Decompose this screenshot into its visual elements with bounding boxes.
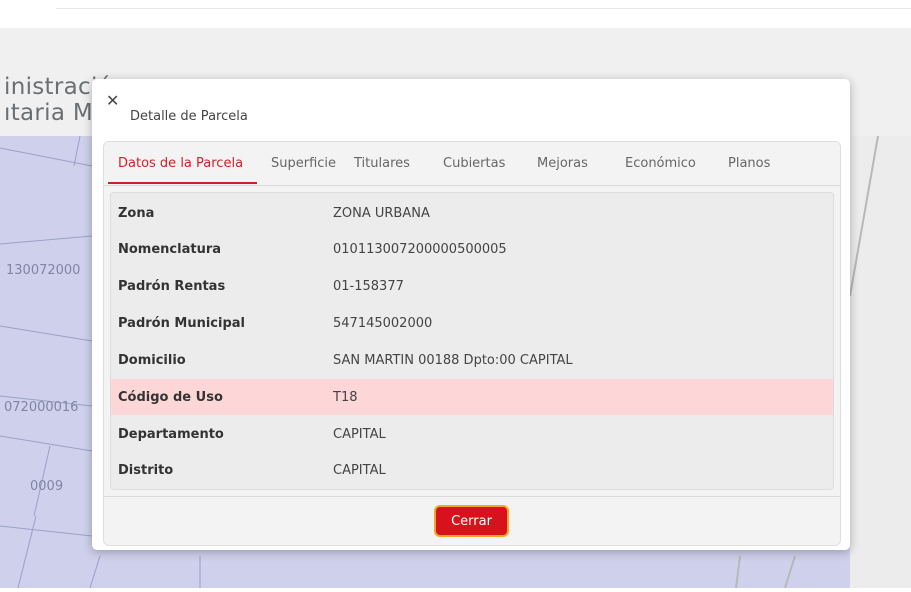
- map-parcel-label: 072000016: [4, 400, 79, 415]
- row-label: Domicilio: [118, 353, 186, 368]
- row-value: ZONA URBANA: [333, 206, 430, 221]
- modal-footer: Cerrar: [104, 496, 840, 545]
- row-value: CAPITAL: [333, 427, 386, 442]
- modal-title: Detalle de Parcela: [130, 109, 248, 124]
- row-label: Zona: [118, 206, 155, 221]
- top-bar: [0, 0, 911, 29]
- map-parcel-label: 130072000: [6, 263, 81, 278]
- close-icon[interactable]: ✕: [106, 93, 119, 109]
- row-label: Nomenclatura: [118, 242, 222, 257]
- row-value: 01-158377: [333, 279, 404, 294]
- map-parcel-label: 0009: [30, 479, 64, 494]
- map-edge: [849, 135, 911, 588]
- row-value: T18: [333, 390, 358, 405]
- tab-economico[interactable]: Económico: [625, 156, 696, 171]
- map-edge-lines: [849, 135, 879, 297]
- table-row: Departamento CAPITAL: [111, 416, 833, 452]
- row-label: Código de Uso: [118, 390, 223, 405]
- table-row: Padrón Municipal 547145002000: [111, 305, 833, 341]
- close-button[interactable]: Cerrar: [434, 505, 509, 537]
- table-row: Domicilio SAN MARTIN 00188 Dpto:00 CAPIT…: [111, 342, 833, 378]
- row-value: SAN MARTIN 00188 Dpto:00 CAPITAL: [333, 353, 573, 368]
- row-value: CAPITAL: [333, 463, 386, 478]
- table-row: Padrón Rentas 01-158377: [111, 268, 833, 304]
- tab-datos-parcela[interactable]: Datos de la Parcela: [118, 156, 243, 171]
- tab-bar: Datos de la Parcela Superficie Titulares…: [104, 142, 840, 186]
- top-bar-divider: [56, 8, 911, 9]
- tab-superficie[interactable]: Superficie: [271, 156, 336, 171]
- tab-titulares[interactable]: Titulares: [354, 156, 410, 171]
- tab-planos[interactable]: Planos: [728, 156, 770, 171]
- row-label: Padrón Municipal: [118, 316, 245, 331]
- row-value: 010113007200000500005: [333, 242, 507, 257]
- row-label: Padrón Rentas: [118, 279, 226, 294]
- parcel-data-table: Zona ZONA URBANA Nomenclatura 0101130072…: [110, 192, 834, 490]
- table-row: Distrito CAPITAL: [111, 452, 833, 488]
- tab-cubiertas[interactable]: Cubiertas: [443, 156, 505, 171]
- detail-panel: Datos de la Parcela Superficie Titulares…: [103, 141, 841, 546]
- table-row: Nomenclatura 010113007200000500005: [111, 231, 833, 267]
- table-row-highlighted: Código de Uso T18: [111, 379, 833, 415]
- active-tab-indicator: [108, 182, 257, 184]
- row-label: Departamento: [118, 427, 224, 442]
- row-value: 547145002000: [333, 316, 433, 331]
- row-label: Distrito: [118, 463, 174, 478]
- tab-mejoras[interactable]: Mejoras: [537, 156, 588, 171]
- table-row: Zona ZONA URBANA: [111, 195, 833, 231]
- parcel-detail-modal: ✕ Detalle de Parcela Datos de la Parcela…: [92, 79, 850, 550]
